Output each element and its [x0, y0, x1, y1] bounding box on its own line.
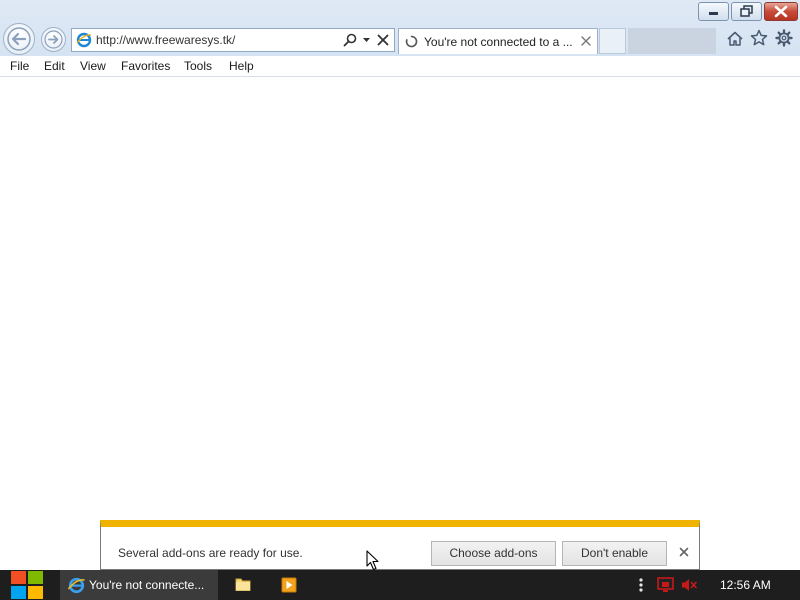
tab-title: You're not connected to a ...	[424, 35, 573, 49]
notification-message: Several add-ons are ready for use.	[118, 546, 303, 560]
ie-icon	[68, 577, 85, 594]
close-window-button[interactable]	[764, 2, 798, 21]
dont-enable-button[interactable]: Don't enable	[562, 541, 667, 566]
windows-logo-icon	[11, 571, 43, 599]
menu-bar: File Edit View Favorites Tools Help	[0, 56, 800, 77]
taskbar: You're not connecte... 12:56 AM	[0, 570, 800, 600]
start-button[interactable]	[0, 570, 54, 600]
menu-item-file[interactable]: File	[10, 59, 29, 73]
tab-strip-empty	[628, 28, 716, 54]
menu-item-view[interactable]: View	[80, 59, 106, 73]
folder-icon	[235, 578, 251, 591]
taskbar-app-label: You're not connecte...	[89, 578, 205, 592]
clock: 12:56 AM	[720, 578, 771, 592]
back-button[interactable]	[3, 23, 35, 55]
browser-chrome: You're not connected to a ...	[0, 0, 800, 56]
restore-button[interactable]	[731, 2, 762, 21]
menu-item-help[interactable]: Help	[229, 59, 254, 73]
close-icon[interactable]	[679, 547, 689, 557]
search-icon[interactable]	[343, 33, 357, 47]
new-tab-button[interactable]	[599, 28, 626, 54]
notification-bar: Several add-ons are ready for use. Choos…	[100, 520, 700, 570]
address-input[interactable]	[96, 29, 336, 51]
chevron-down-icon[interactable]	[362, 37, 371, 43]
overflow-icon[interactable]	[638, 577, 644, 593]
ie-icon	[76, 32, 92, 48]
choose-addons-button[interactable]: Choose add-ons	[431, 541, 556, 566]
home-icon[interactable]	[726, 30, 744, 47]
network-icon[interactable]	[657, 577, 674, 593]
address-bar	[71, 28, 395, 52]
forward-button[interactable]	[41, 27, 66, 52]
tab-active[interactable]: You're not connected to a ...	[398, 28, 598, 54]
minimize-icon	[709, 12, 718, 15]
taskbar-app-media-player[interactable]	[274, 570, 304, 600]
volume-muted-icon[interactable]	[680, 577, 698, 593]
close-icon[interactable]	[581, 36, 591, 46]
star-icon[interactable]	[750, 29, 768, 47]
menu-item-tools[interactable]: Tools	[184, 59, 212, 73]
restore-icon	[740, 5, 753, 17]
gear-icon[interactable]	[775, 29, 793, 47]
mouse-cursor-icon	[366, 550, 379, 571]
close-icon	[774, 5, 788, 18]
back-arrow-icon	[7, 27, 31, 51]
taskbar-app-file-explorer[interactable]	[228, 570, 258, 600]
menu-item-favorites[interactable]: Favorites	[121, 59, 170, 73]
menu-item-edit[interactable]: Edit	[44, 59, 65, 73]
minimize-button[interactable]	[698, 2, 729, 21]
media-player-icon	[281, 577, 297, 593]
taskbar-app-internet-explorer[interactable]: You're not connecte...	[60, 570, 218, 600]
page-content	[0, 77, 800, 570]
forward-arrow-icon	[44, 30, 63, 49]
stop-icon[interactable]	[377, 34, 389, 46]
loading-spinner-icon	[405, 35, 418, 48]
